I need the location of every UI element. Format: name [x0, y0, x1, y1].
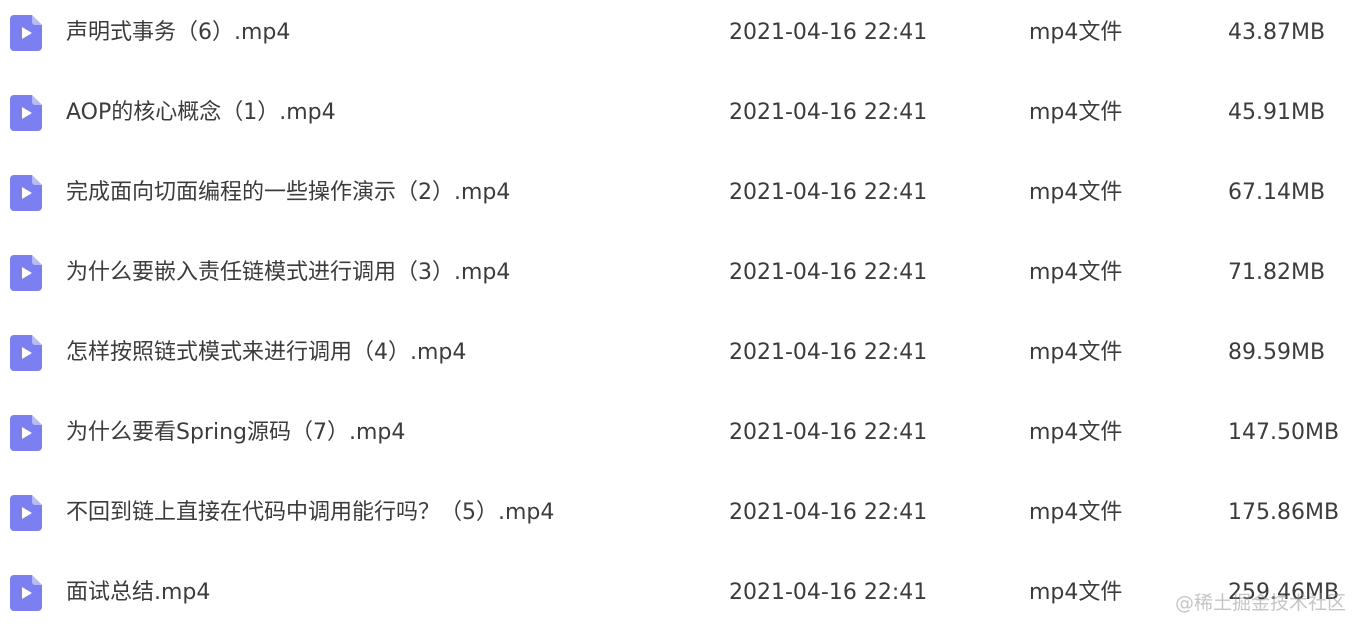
- file-row[interactable]: 声明式事务（6）.mp4 2021-04-16 22:41 mp4文件 43.8…: [0, 0, 1364, 80]
- file-type: mp4文件: [1029, 20, 1123, 45]
- file-name: 为什么要嵌入责任链模式进行调用（3）.mp4: [66, 260, 511, 285]
- file-name: 完成面向切面编程的一些操作演示（2）.mp4: [66, 180, 511, 205]
- file-name: 声明式事务（6）.mp4: [66, 20, 291, 45]
- file-type: mp4文件: [1029, 260, 1123, 285]
- file-type: mp4文件: [1029, 580, 1123, 605]
- video-file-icon: [10, 415, 42, 451]
- file-modified-date: 2021-04-16 22:41: [729, 260, 928, 285]
- file-type: mp4文件: [1029, 500, 1123, 525]
- file-size: 175.86MB: [1228, 500, 1340, 525]
- file-size: 89.59MB: [1228, 340, 1326, 365]
- file-size: 45.91MB: [1228, 100, 1326, 125]
- video-file-icon: [10, 175, 42, 211]
- file-name: 不回到链上直接在代码中调用能行吗？（5）.mp4: [66, 500, 555, 525]
- file-row[interactable]: AOP的核心概念（1）.mp4 2021-04-16 22:41 mp4文件 4…: [0, 80, 1364, 160]
- file-type: mp4文件: [1029, 420, 1123, 445]
- file-row[interactable]: 怎样按照链式模式来进行调用（4）.mp4 2021-04-16 22:41 mp…: [0, 320, 1364, 400]
- file-type: mp4文件: [1029, 340, 1123, 365]
- file-type: mp4文件: [1029, 100, 1123, 125]
- file-size: 147.50MB: [1228, 420, 1340, 445]
- file-modified-date: 2021-04-16 22:41: [729, 340, 928, 365]
- file-row[interactable]: 完成面向切面编程的一些操作演示（2）.mp4 2021-04-16 22:41 …: [0, 160, 1364, 240]
- file-name: 面试总结.mp4: [66, 580, 211, 605]
- file-modified-date: 2021-04-16 22:41: [729, 100, 928, 125]
- file-modified-date: 2021-04-16 22:41: [729, 420, 928, 445]
- file-size: 67.14MB: [1228, 180, 1326, 205]
- file-row[interactable]: 面试总结.mp4 2021-04-16 22:41 mp4文件 259.46MB: [0, 560, 1364, 640]
- file-modified-date: 2021-04-16 22:41: [729, 500, 928, 525]
- file-name: AOP的核心概念（1）.mp4: [66, 100, 336, 125]
- file-row[interactable]: 为什么要嵌入责任链模式进行调用（3）.mp4 2021-04-16 22:41 …: [0, 240, 1364, 320]
- video-file-icon: [10, 335, 42, 371]
- file-row[interactable]: 为什么要看Spring源码（7）.mp4 2021-04-16 22:41 mp…: [0, 400, 1364, 480]
- file-name: 为什么要看Spring源码（7）.mp4: [66, 420, 406, 445]
- video-file-icon: [10, 575, 42, 611]
- video-file-icon: [10, 95, 42, 131]
- file-type: mp4文件: [1029, 180, 1123, 205]
- file-size: 43.87MB: [1228, 20, 1326, 45]
- video-file-icon: [10, 255, 42, 291]
- video-file-icon: [10, 15, 42, 51]
- file-modified-date: 2021-04-16 22:41: [729, 180, 928, 205]
- file-modified-date: 2021-04-16 22:41: [729, 20, 928, 45]
- file-row[interactable]: 不回到链上直接在代码中调用能行吗？（5）.mp4 2021-04-16 22:4…: [0, 480, 1364, 560]
- file-list: 声明式事务（6）.mp4 2021-04-16 22:41 mp4文件 43.8…: [0, 0, 1364, 630]
- watermark: @稀土掘金技术社区: [1174, 592, 1346, 614]
- file-modified-date: 2021-04-16 22:41: [729, 580, 928, 605]
- file-size: 71.82MB: [1228, 260, 1326, 285]
- video-file-icon: [10, 495, 42, 531]
- file-name: 怎样按照链式模式来进行调用（4）.mp4: [66, 340, 467, 365]
